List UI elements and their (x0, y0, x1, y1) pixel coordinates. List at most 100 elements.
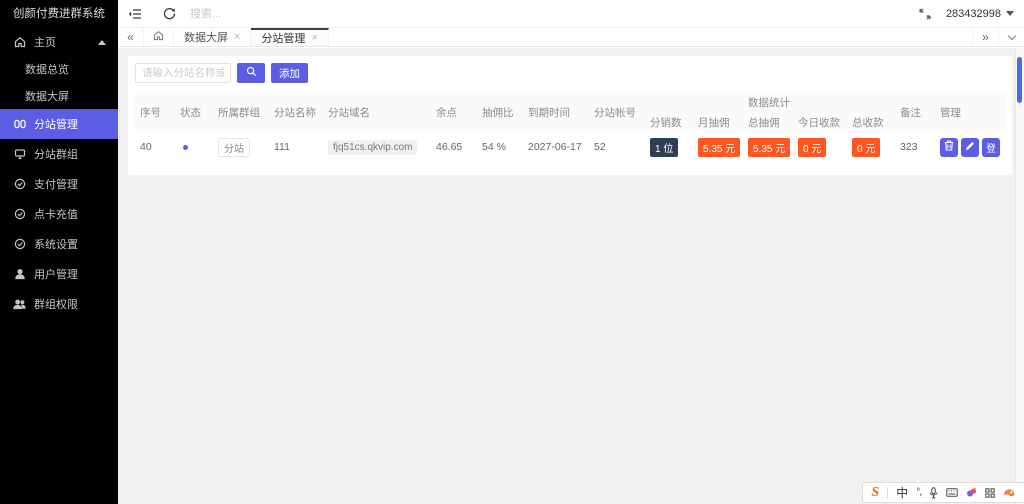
trash-icon (944, 140, 954, 154)
col-distributors: 分销数 (644, 112, 692, 132)
sidebar-item-label: 数据大屏 (25, 88, 69, 104)
add-button[interactable]: 添加 (271, 63, 308, 83)
sidebar-item-label: 群组权限 (34, 296, 78, 312)
check-circle-icon (13, 238, 26, 251)
cell-balance: 46.65 (430, 132, 476, 162)
edit-button[interactable] (961, 138, 979, 157)
tab-label: 分站管理 (261, 30, 305, 46)
site-domain[interactable]: fjq51cs.qkvip.com (328, 140, 417, 155)
check-circle-icon (13, 208, 26, 221)
soft-keyboard-icon[interactable] (946, 488, 958, 497)
col-commission-rate: 抽佣比 (476, 92, 522, 132)
tab-home[interactable] (144, 28, 174, 46)
sidebar-item-home[interactable]: 主页 (0, 28, 118, 55)
scrollbar-thumb[interactable] (1017, 57, 1022, 103)
user-icon (13, 268, 26, 281)
sidebar-item-label: 系统设置 (34, 236, 78, 252)
ime-toolbar: S 中 °, (862, 482, 1024, 503)
cell-serial: 40 (134, 132, 174, 162)
table-row: 40 分站 111 fjq51cs.qkvip.com 46.65 54 % 2… (134, 132, 1006, 162)
sidebar-item-data-screen[interactable]: 数据大屏 (0, 82, 118, 109)
search-button[interactable] (237, 63, 265, 83)
status-dot (183, 145, 188, 150)
month-commission-badge: 5.35 元 (698, 138, 740, 157)
col-serial: 序号 (134, 92, 174, 132)
col-status: 状态 (174, 92, 212, 132)
home-icon (153, 30, 164, 44)
microphone-icon[interactable] (929, 487, 938, 499)
table-header: 序号 状态 所属群组 分站名称 分站域名 余点 抽佣比 到期时间 分站帐号 数据… (134, 92, 1006, 132)
collapse-sidebar-icon[interactable] (118, 0, 152, 27)
cell-total-commission: 5.35 元 (742, 132, 792, 162)
content-area: 添加 序号 状态 所属群组 分站名称 分站域名 余点 抽佣比 到期时间 (118, 48, 1024, 504)
ime-mode-toggle[interactable]: 中 (896, 484, 908, 501)
emoji-icon[interactable] (966, 487, 977, 498)
col-balance: 余点 (430, 92, 476, 132)
sidebar-item-site-group[interactable]: 分站群组 (0, 139, 118, 169)
cell-month-commission: 5.35 元 (692, 132, 742, 162)
sidebar-item-label: 分站群组 (34, 146, 78, 162)
close-icon[interactable]: × (311, 32, 317, 44)
tab-site-manage[interactable]: 分站管理 × (251, 28, 328, 46)
skin-icon[interactable] (1003, 488, 1015, 498)
user-menu[interactable]: 283432998 (942, 8, 1024, 20)
tab-bar-spacer (329, 28, 972, 46)
users-icon (13, 298, 26, 311)
pencil-icon (965, 141, 975, 154)
double-chevron-left-icon: « (127, 30, 134, 44)
cell-total-income: 0 元 (846, 132, 894, 162)
site-manage-card: 添加 序号 状态 所属群组 分站名称 分站域名 余点 抽佣比 到期时间 (128, 56, 1012, 175)
refresh-icon[interactable] (152, 0, 186, 27)
tabs-scroll-right-button[interactable]: » (972, 28, 998, 46)
toolbox-grid-icon[interactable] (985, 488, 995, 498)
row-actions: 登 (940, 138, 1000, 157)
tab-bar: « 数据大屏 × 分站管理 × » (118, 28, 1024, 47)
sidebar-item-pay-manage[interactable]: 支付管理 (0, 169, 118, 199)
today-income-badge: 0 元 (798, 138, 826, 157)
sidebar-item-label: 数据总览 (25, 61, 69, 77)
col-total-income: 总收款 (846, 112, 894, 132)
login-site-button[interactable]: 登 (982, 138, 1000, 157)
tabs-menu-button[interactable] (998, 28, 1024, 46)
total-income-badge: 0 元 (852, 138, 880, 157)
punctuation-icon[interactable]: °, (916, 487, 921, 498)
tabs-scroll-left-button[interactable]: « (118, 28, 144, 46)
search-icon (246, 66, 257, 80)
sidebar-item-label: 支付管理 (34, 176, 78, 192)
tab-label: 数据大屏 (184, 29, 228, 45)
fullscreen-icon[interactable] (908, 0, 942, 27)
tab-data-screen[interactable]: 数据大屏 × (174, 28, 251, 46)
columns-icon (13, 118, 26, 131)
col-site-name: 分站名称 (268, 92, 322, 132)
cell-status (174, 132, 212, 162)
sidebar: 创颜付费进群系统 主页 数据总览 数据大屏 分站管理 分站群组 支付管理 点卡充… (0, 0, 118, 504)
delete-button[interactable] (940, 138, 958, 157)
distributors-badge: 1 位 (650, 138, 678, 157)
sidebar-item-label: 主页 (34, 34, 56, 50)
group-tag: 分站 (218, 138, 250, 157)
col-site-account: 分站帐号 (588, 92, 644, 132)
sidebar-item-system-setting[interactable]: 系统设置 (0, 229, 118, 259)
global-search-input[interactable] (190, 8, 340, 20)
chevron-up-icon (98, 40, 106, 45)
sidebar-item-group-permission[interactable]: 群组权限 (0, 289, 118, 319)
scrollbar-track[interactable] (1015, 48, 1024, 504)
sidebar-item-user-manage[interactable]: 用户管理 (0, 259, 118, 289)
cell-site-account: 52 (588, 132, 644, 162)
cell-expire-time: 2027-06-17 (522, 132, 588, 162)
check-circle-icon (13, 178, 26, 191)
sidebar-item-label: 点卡充值 (34, 206, 78, 222)
cell-site-name: 111 (268, 132, 322, 162)
sidebar-item-card-recharge[interactable]: 点卡充值 (0, 199, 118, 229)
cell-site-domain: fjq51cs.qkvip.com (322, 132, 430, 162)
col-today-income: 今日收款 (792, 112, 846, 132)
col-remark: 备注 (894, 92, 934, 132)
close-icon[interactable]: × (234, 31, 240, 43)
cell-group: 分站 (212, 132, 268, 162)
site-search-input[interactable] (135, 63, 231, 83)
sidebar-item-data-overview[interactable]: 数据总览 (0, 55, 118, 82)
col-stats-group: 数据统计 (644, 92, 894, 112)
sidebar-item-site-manage[interactable]: 分站管理 (0, 109, 118, 139)
app-title: 创颜付费进群系统 (0, 0, 118, 28)
sogou-logo-icon[interactable]: S (871, 485, 879, 501)
